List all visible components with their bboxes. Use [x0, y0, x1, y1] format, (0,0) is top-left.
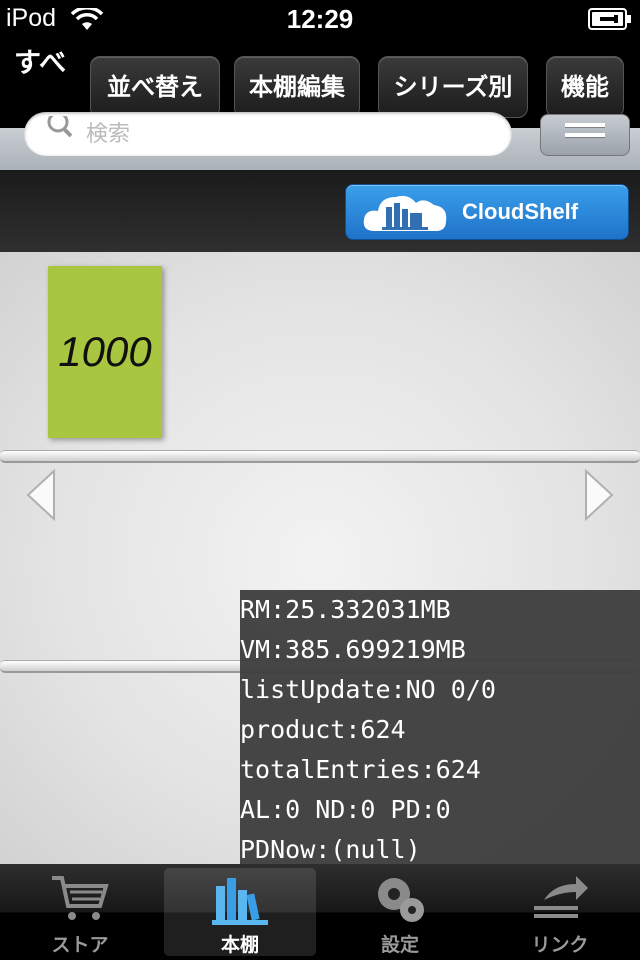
- tab-label: リンク: [531, 934, 589, 956]
- debug-line: AL:0 ND:0 PD:0: [240, 795, 451, 824]
- bookshelf-icon: [212, 878, 268, 925]
- debug-line: RM:25.332031MB: [240, 595, 451, 624]
- list-view-button[interactable]: [540, 114, 630, 156]
- debug-overlay: RM:25.332031MB VM:385.699219MB listUpdat…: [240, 590, 640, 870]
- status-time: 12:29: [286, 4, 354, 34]
- edit-shelf-button[interactable]: 本棚編集: [234, 56, 360, 118]
- book-title: 1000: [58, 328, 152, 375]
- cloudshelf-button[interactable]: CloudShelf: [345, 184, 629, 240]
- debug-line: VM:385.699219MB: [240, 635, 466, 664]
- link-icon: [534, 876, 588, 918]
- previous-page-arrow-icon[interactable]: [24, 468, 58, 522]
- by-series-button[interactable]: シリーズ別: [378, 56, 528, 118]
- cloud-books-icon: [363, 195, 447, 231]
- tab-label: ストア: [51, 934, 109, 956]
- search-bar: 検索: [0, 112, 640, 171]
- battery-charging-icon: [588, 8, 631, 30]
- functions-button[interactable]: 機能: [546, 56, 624, 118]
- tab-settings[interactable]: 設定: [320, 864, 480, 960]
- debug-line: listUpdate:NO 0/0: [240, 675, 496, 704]
- debug-line: totalEntries:624: [240, 755, 481, 784]
- shelf-divider: [0, 450, 640, 463]
- search-icon: [47, 116, 73, 138]
- cloudshelf-label: CloudShelf: [462, 199, 579, 224]
- list-icon: [565, 123, 605, 127]
- cart-icon: [52, 876, 109, 920]
- all-filter-button[interactable]: すべ: [14, 46, 70, 82]
- tab-store[interactable]: ストア: [0, 864, 160, 960]
- tab-bar: ストア 本棚 設定 リンク: [0, 864, 640, 960]
- book-cover[interactable]: 1000: [48, 266, 162, 438]
- tab-label: 設定: [380, 934, 419, 956]
- search-input[interactable]: 検索: [24, 112, 512, 156]
- tab-label: 本棚: [220, 934, 259, 956]
- debug-line: product:624: [240, 715, 406, 744]
- next-page-arrow-icon[interactable]: [582, 468, 616, 522]
- tab-bookshelf[interactable]: 本棚: [160, 864, 320, 960]
- cloudshelf-band: CloudShelf: [0, 170, 640, 252]
- list-icon-line: [565, 133, 605, 137]
- search-placeholder: 検索: [86, 122, 131, 147]
- tab-link[interactable]: リンク: [480, 864, 640, 960]
- status-bar: iPod 12:29: [0, 0, 640, 40]
- gear-icon: [378, 878, 424, 922]
- sort-button[interactable]: 並べ替え: [90, 56, 220, 118]
